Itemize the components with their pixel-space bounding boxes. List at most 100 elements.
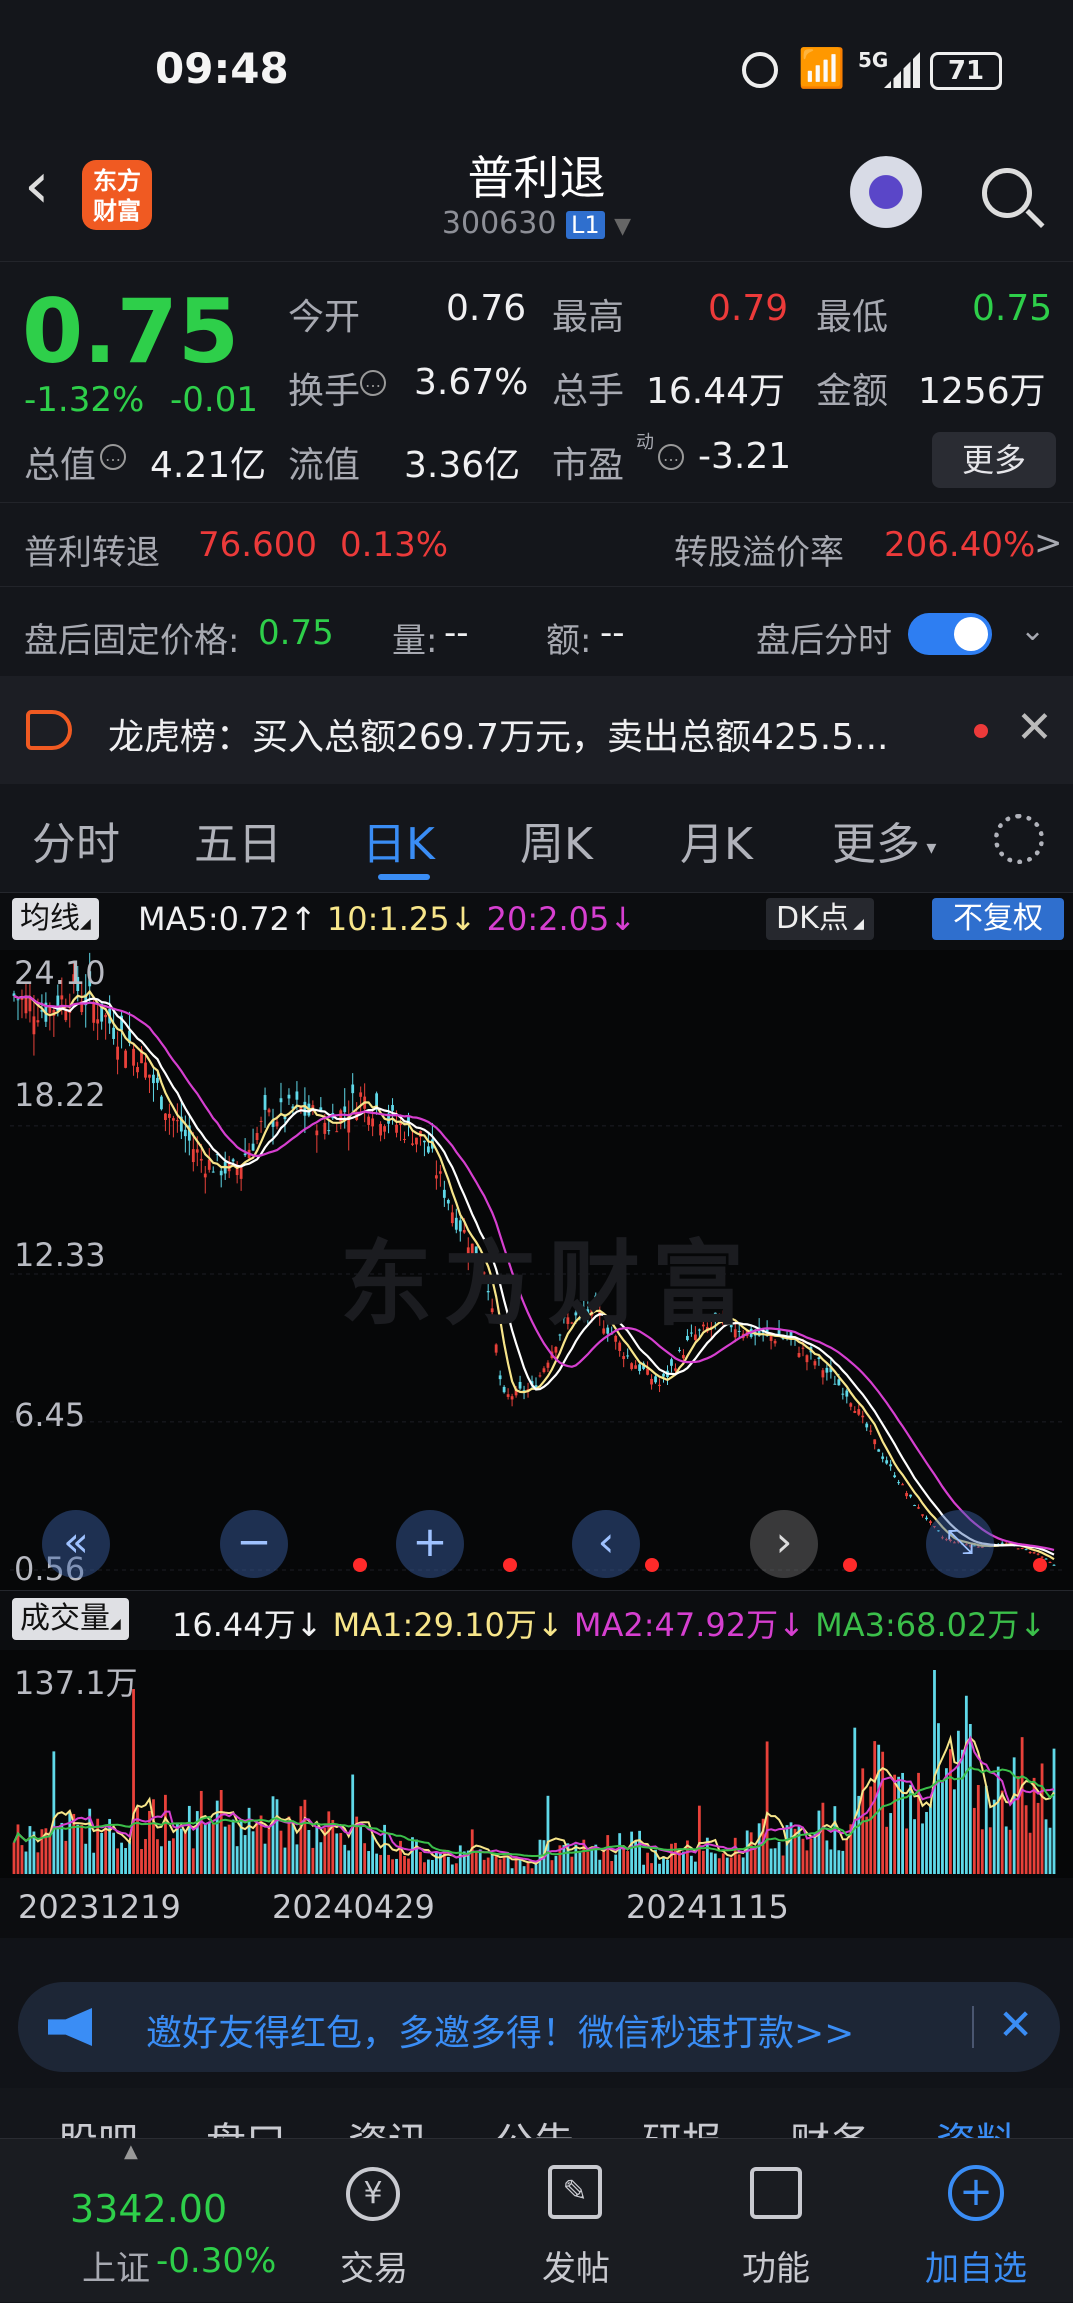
- volume-bar: [952, 1789, 956, 1874]
- volume-bar: [992, 1799, 996, 1874]
- signal-icon: [884, 52, 920, 88]
- volume-bar: [729, 1857, 733, 1874]
- candle: [1036, 1553, 1040, 1555]
- subtab-research[interactable]: 研报: [642, 2110, 722, 2138]
- volume-bar: [945, 1768, 948, 1874]
- robot-assistant-icon[interactable]: [846, 156, 926, 236]
- volume-bar: [781, 1855, 785, 1874]
- volume-bar: [319, 1842, 323, 1874]
- after-hours-toggle[interactable]: [908, 613, 992, 655]
- volume-bar: [980, 1829, 984, 1874]
- notice-bar[interactable]: 龙虎榜：买入总额269.7万元，卖出总额425.5... ✕: [0, 676, 1073, 784]
- index-widget[interactable]: ▲ 3342.00 上证 -0.30%: [0, 2139, 290, 2303]
- volume-bar: [283, 1847, 287, 1874]
- mktcap-value: 4.21亿: [150, 445, 267, 486]
- more-button[interactable]: 更多: [932, 432, 1056, 488]
- info-icon[interactable]: …: [100, 444, 126, 470]
- nav-functions[interactable]: 功能: [724, 2241, 828, 2290]
- nav-post[interactable]: 发帖: [524, 2241, 628, 2290]
- candle: [498, 1375, 502, 1380]
- volume-bar: [833, 1806, 837, 1874]
- scroll-right-button[interactable]: ›: [750, 1510, 818, 1578]
- info-icon[interactable]: …: [658, 444, 684, 470]
- trade-icon: ¥: [346, 2167, 400, 2221]
- convert-label: 普利转退: [24, 533, 160, 573]
- volume-bar: [749, 1832, 753, 1874]
- volume-bar: [116, 1848, 120, 1874]
- candle: [391, 1105, 394, 1111]
- volume-bar: [845, 1839, 849, 1874]
- volume-button[interactable]: 成交量◢: [12, 1598, 129, 1640]
- volume-bar: [36, 1852, 40, 1874]
- ma-button[interactable]: 均线◢: [12, 898, 99, 940]
- scroll-left-fast-button[interactable]: «: [42, 1510, 110, 1578]
- pe-value: -3.21: [698, 436, 792, 477]
- close-icon[interactable]: ✕: [1016, 702, 1053, 753]
- zoom-out-button[interactable]: −: [220, 1510, 288, 1578]
- candle: [813, 1361, 817, 1366]
- candle: [279, 1098, 283, 1103]
- volume-bar: [367, 1851, 371, 1874]
- subtab-news[interactable]: 资讯: [348, 2110, 428, 2138]
- search-icon[interactable]: [982, 168, 1032, 218]
- volume-bar: [825, 1840, 829, 1874]
- vol-value: 16.44万: [172, 1606, 296, 1644]
- adjust-button[interactable]: 不复权: [932, 898, 1064, 940]
- volume-bar: [179, 1828, 183, 1874]
- volume-bar: [630, 1831, 634, 1874]
- open-value: 0.76: [446, 288, 527, 329]
- volume-bar: [494, 1856, 498, 1874]
- volume-chart[interactable]: 137.1万: [0, 1650, 1073, 1878]
- candle: [921, 1514, 924, 1516]
- nav-add-watchlist[interactable]: 加自选: [910, 2241, 1042, 2290]
- tab-monthly-k[interactable]: 月K: [680, 808, 753, 872]
- volume-y-tick: 137.1万: [14, 1664, 138, 1702]
- expand-icon[interactable]: ⤡: [926, 1510, 994, 1578]
- nav-trade[interactable]: 交易: [322, 2241, 426, 2290]
- candle: [650, 1378, 653, 1385]
- volume-bar: [100, 1832, 104, 1874]
- candle: [199, 1158, 203, 1161]
- change-value: -0.01: [170, 380, 258, 420]
- scroll-left-button[interactable]: ‹: [572, 1510, 640, 1578]
- candle: [670, 1359, 673, 1366]
- volume-bar: [295, 1844, 299, 1874]
- candle: [24, 995, 28, 1014]
- unread-dot: [974, 724, 988, 738]
- subtab-notices[interactable]: 公告: [494, 2110, 574, 2138]
- volume-bar: [693, 1861, 697, 1874]
- volume-bar: [925, 1811, 928, 1874]
- subtab-guba[interactable]: 股吧: [58, 2110, 138, 2138]
- add-circle-icon: +: [948, 2165, 1004, 2221]
- info-icon[interactable]: …: [360, 370, 386, 396]
- volume-bar: [614, 1854, 618, 1874]
- subtab-profile[interactable]: 资料: [936, 2110, 1016, 2138]
- dk-button[interactable]: DK点 ◢: [766, 898, 874, 940]
- tab-five-day[interactable]: 五日: [194, 808, 282, 872]
- volume-bar: [590, 1847, 594, 1874]
- caret-up-icon: ▲: [124, 2141, 138, 2162]
- tab-more[interactable]: 更多 ▾: [832, 808, 936, 872]
- tab-daily-k[interactable]: 日K: [362, 808, 435, 872]
- subtab-finance[interactable]: 财务: [790, 2110, 870, 2138]
- volume-bar: [1052, 1748, 1056, 1874]
- candle: [869, 1430, 873, 1432]
- after-hours-price: 0.75: [258, 613, 334, 653]
- convertible-row[interactable]: 普利转退 76.600 0.13% 转股溢价率 206.40% >: [0, 502, 1073, 586]
- candle: [622, 1356, 626, 1360]
- zoom-in-button[interactable]: +: [396, 1510, 464, 1578]
- volume-bar: [343, 1844, 347, 1874]
- float-value: 3.36亿: [404, 445, 521, 486]
- tab-minute[interactable]: 分时: [32, 808, 120, 872]
- chevron-down-icon[interactable]: ⌄: [1020, 613, 1045, 648]
- volume-bar: [243, 1835, 247, 1874]
- apps-icon: [750, 2167, 802, 2219]
- gear-icon[interactable]: [994, 814, 1044, 864]
- subtab-pankou[interactable]: 盘口: [206, 2110, 286, 2138]
- kline-chart[interactable]: 东方财富 24.10 18.22 12.33 6.45 0.56 « − + ‹…: [0, 950, 1073, 1590]
- close-icon[interactable]: ✕: [998, 2000, 1033, 2049]
- candle: [518, 1381, 522, 1389]
- tab-weekly-k[interactable]: 周K: [520, 808, 593, 872]
- candle: [295, 1091, 299, 1100]
- promo-banner[interactable]: 邀好友得红包，多邀多得！微信秒速打款>> ✕: [18, 1982, 1060, 2072]
